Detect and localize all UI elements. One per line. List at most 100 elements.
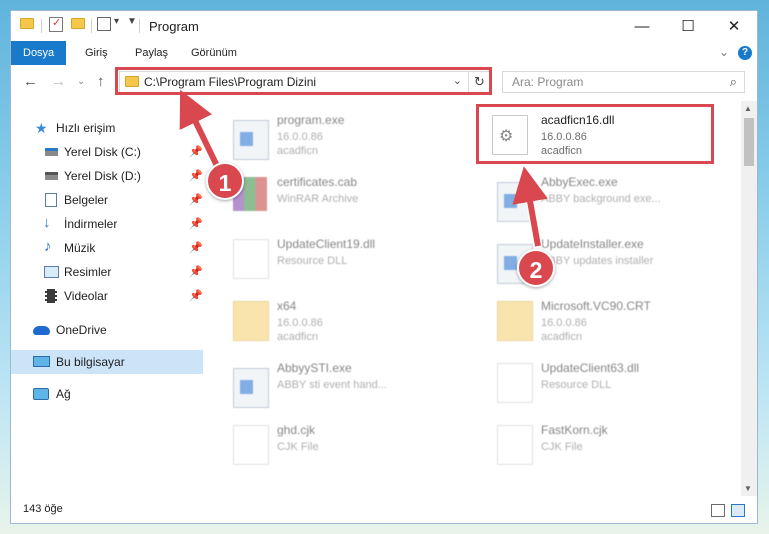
file-item[interactable]: AbbyySTI.exe ABBY sti event hand...: [211, 355, 441, 411]
item-count: 143 öğe: [23, 503, 63, 515]
pin-icon[interactable]: 📌: [189, 260, 203, 284]
file-item[interactable]: certificates.cab WinRAR Archive: [211, 169, 441, 225]
sidebar-item-label: Ağ: [56, 387, 71, 401]
search-placeholder: Ara: Program: [512, 75, 584, 89]
file-name: ghd.cjk: [277, 423, 316, 437]
vertical-scrollbar[interactable]: ▲ ▼: [741, 101, 757, 496]
customize-qat-icon[interactable]: ▼: [127, 16, 137, 27]
file-type: WinRAR Archive: [277, 193, 359, 205]
forward-button[interactable]: →: [51, 73, 66, 90]
exe-file-icon: [233, 368, 269, 408]
file-item[interactable]: UpdateInstaller.exe ABBY updates install…: [475, 231, 705, 287]
qat-dropdown-icon[interactable]: ▾: [114, 16, 119, 27]
file-type: CJK File: [541, 441, 583, 453]
search-icon[interactable]: ⌕: [730, 74, 737, 90]
sidebar-item-label: Hızlı erişim: [56, 121, 116, 135]
file-item[interactable]: program.exe 16.0.0.86 acadficn: [211, 107, 441, 163]
sidebar-item-yerel-disk-d[interactable]: Yerel Disk (D:) 📌: [11, 164, 203, 188]
file-item[interactable]: ghd.cjk CJK File: [211, 417, 441, 473]
file-version: 16.0.0.86: [277, 317, 323, 329]
file-item[interactable]: UpdateClient63.dll Resource DLL: [475, 355, 705, 411]
file-type: Resource DLL: [277, 255, 348, 267]
sidebar-item-yerel-disk-c[interactable]: Yerel Disk (C:) 📌: [11, 140, 203, 164]
file-name: certificates.cab: [277, 175, 358, 189]
sidebar-item-label: İndirmeler: [64, 217, 118, 231]
sidebar-item-label: Yerel Disk (D:): [64, 169, 141, 183]
sidebar-item-muzik[interactable]: ♪ Müzik 📌: [11, 236, 203, 260]
videos-icon: [45, 289, 57, 303]
sidebar-item-onedrive[interactable]: OneDrive: [11, 318, 203, 342]
sidebar-item-resimler[interactable]: Resimler 📌: [11, 260, 203, 284]
minimize-button[interactable]: —: [619, 11, 665, 41]
file-item[interactable]: x64 16.0.0.86 acadficn: [211, 293, 441, 349]
large-icons-view-icon[interactable]: [731, 504, 745, 517]
sidebar-item-hizli-erisim[interactable]: ★ Hızlı erişim: [11, 116, 203, 140]
file-version: 16.0.0.86: [277, 131, 323, 143]
recent-locations-icon[interactable]: ⌄: [77, 76, 85, 87]
file-description: ABBY updates installer: [541, 255, 654, 267]
sidebar-item-label: Bu bilgisayar: [56, 355, 125, 369]
drive-icon: [45, 172, 58, 180]
exe-file-icon: [497, 182, 533, 222]
tab-gorunum[interactable]: Görünüm: [179, 41, 249, 65]
sidebar-item-videolar[interactable]: Videolar 📌: [11, 284, 203, 308]
close-button[interactable]: ✕: [711, 11, 757, 41]
step-1-badge: 1: [206, 162, 244, 200]
file-name: AbbyySTI.exe: [277, 361, 352, 375]
cjk-file-icon: [233, 425, 269, 465]
file-name: Microsoft.VC90.CRT: [541, 299, 651, 313]
pin-icon[interactable]: 📌: [189, 212, 203, 236]
step-2-badge: 2: [517, 249, 555, 287]
tab-paylas[interactable]: Paylaş: [123, 41, 180, 65]
pictures-icon: [44, 266, 59, 278]
file-version: 16.0.0.86: [541, 317, 587, 329]
tab-giris[interactable]: Giriş: [73, 41, 120, 65]
sidebar-item-label: Videolar: [64, 289, 108, 303]
details-view-icon[interactable]: [711, 504, 725, 517]
window-title: Program: [149, 19, 199, 34]
scroll-thumb[interactable]: [744, 118, 754, 166]
address-highlight-box: [115, 67, 492, 95]
up-button[interactable]: ↑: [97, 73, 105, 90]
file-item[interactable]: FastKorn.cjk CJK File: [475, 417, 705, 473]
scroll-down-icon[interactable]: ▼: [744, 484, 752, 493]
ribbon-tabs: Dosya Giriş Paylaş Görünüm ⌄ ?: [11, 41, 757, 65]
ribbon-collapse-icon[interactable]: ⌄: [719, 45, 729, 59]
file-name: UpdateInstaller.exe: [541, 237, 644, 251]
back-button[interactable]: ←: [23, 73, 38, 90]
file-name: UpdateClient63.dll: [541, 361, 640, 375]
pin-icon[interactable]: 📌: [189, 188, 203, 212]
file-name: AbbyExec.exe: [541, 175, 618, 189]
pin-icon[interactable]: 📌: [189, 164, 203, 188]
sidebar-item-label: Belgeler: [64, 193, 109, 207]
properties-icon[interactable]: ✓: [49, 17, 63, 32]
new-folder-icon[interactable]: [71, 18, 85, 29]
file-description: ABBY background exe...: [541, 193, 661, 205]
file-item[interactable]: Microsoft.VC90.CRT 16.0.0.86 acadficn: [475, 293, 705, 349]
scroll-up-icon[interactable]: ▲: [744, 104, 752, 113]
cloud-icon: [33, 326, 50, 335]
sidebar-item-indirmeler[interactable]: ↓ İndirmeler 📌: [11, 212, 203, 236]
download-icon: ↓: [43, 214, 51, 231]
documents-icon: [45, 193, 57, 207]
maximize-button[interactable]: ☐: [665, 11, 711, 41]
pin-icon[interactable]: 📌: [189, 284, 203, 308]
computer-icon: [33, 356, 50, 367]
file-type: CJK File: [277, 441, 319, 453]
file-type: Resource DLL: [541, 379, 612, 391]
sidebar-item-belgeler[interactable]: Belgeler 📌: [11, 188, 203, 212]
pin-icon[interactable]: 📌: [189, 140, 203, 164]
sidebar-item-ag[interactable]: Ağ: [11, 382, 203, 406]
file-item[interactable]: UpdateClient19.dll Resource DLL: [211, 231, 441, 287]
pin-icon[interactable]: 📌: [189, 236, 203, 260]
file-item[interactable]: AbbyExec.exe ABBY background exe...: [475, 169, 705, 225]
music-icon: ♪: [44, 238, 52, 255]
help-icon[interactable]: ?: [738, 46, 752, 60]
tab-dosya[interactable]: Dosya: [11, 41, 66, 65]
status-bar: 143 öğe: [11, 499, 757, 523]
sidebar-item-bu-bilgisayar[interactable]: Bu bilgisayar: [11, 350, 203, 374]
view-layout-icon[interactable]: [97, 17, 111, 31]
dll-file-icon: [497, 363, 533, 403]
search-box[interactable]: Ara: Program ⌕: [502, 71, 745, 93]
file-company: acadficn: [277, 331, 318, 343]
